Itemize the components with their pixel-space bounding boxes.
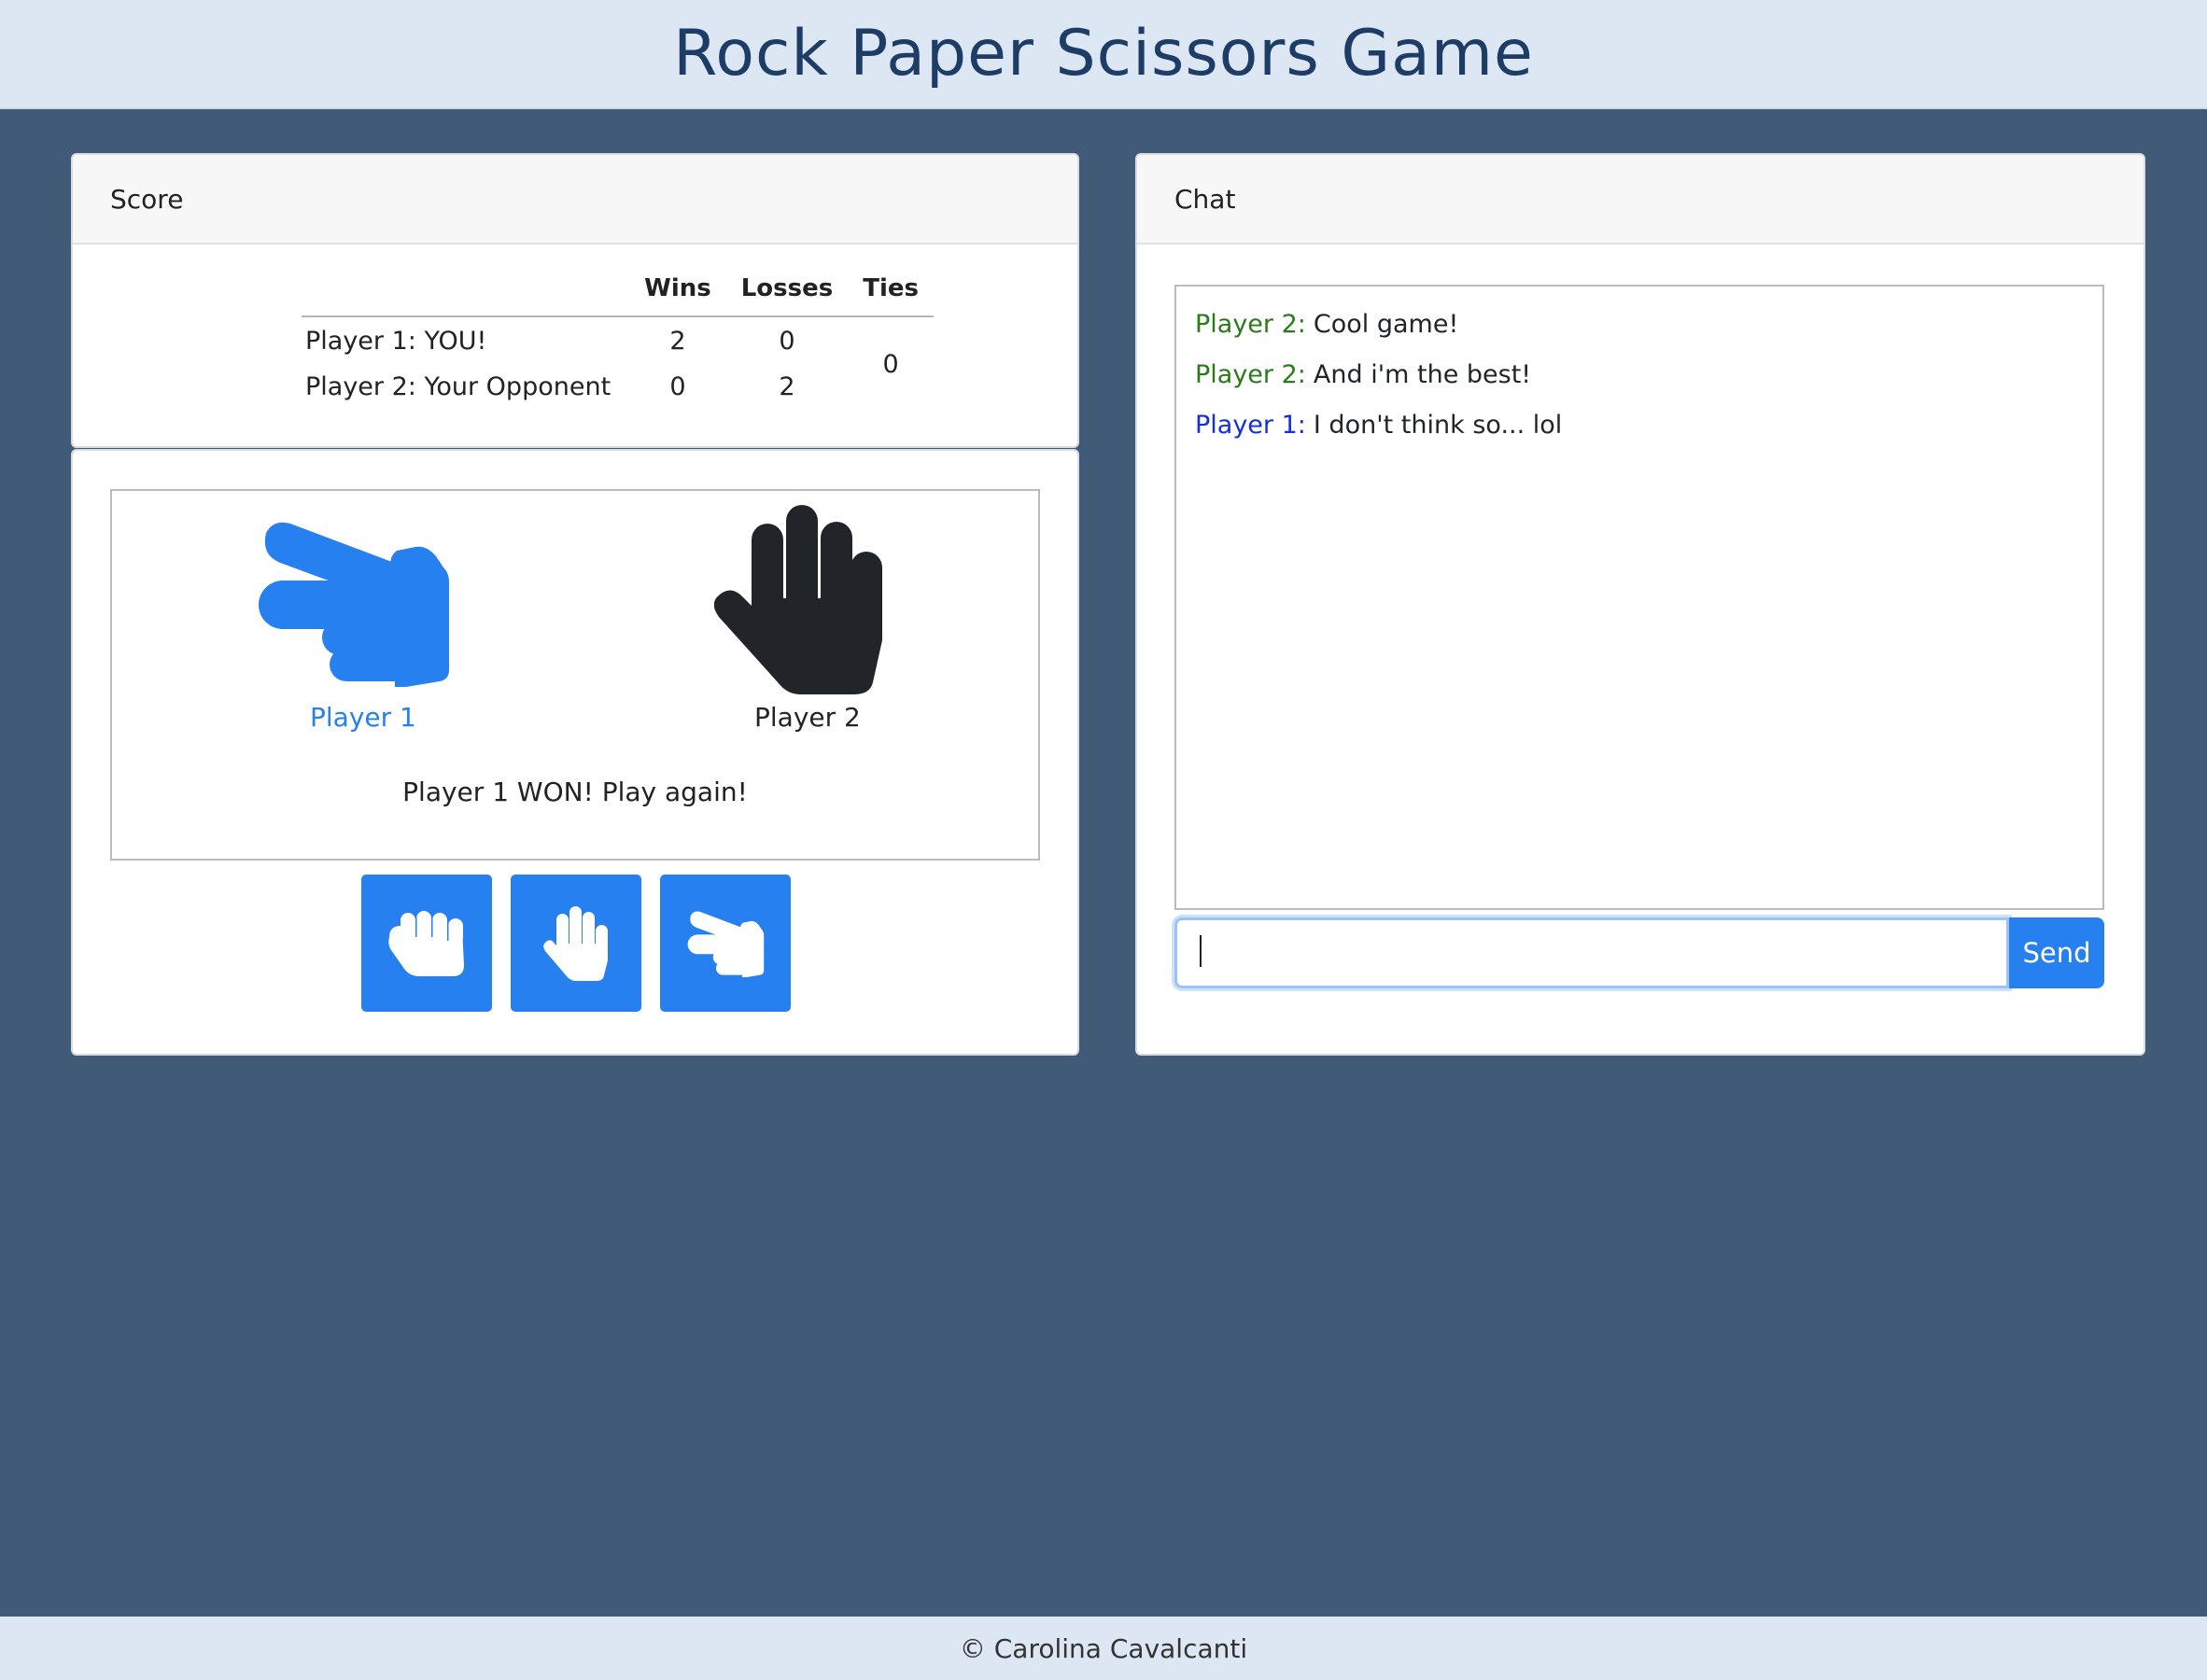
game-result: Player 1 WON! Play again! [402, 777, 748, 807]
score-header-blank [302, 274, 630, 317]
chat-card-header: Chat [1137, 155, 2144, 245]
chat-sender: Player 2: [1195, 310, 1306, 339]
chat-message: Player 2: Cool game! [1195, 311, 2084, 339]
scissors-icon [687, 911, 765, 977]
chat-input[interactable] [1174, 917, 2009, 988]
scissors-button[interactable] [660, 875, 791, 1012]
game-card: Player 1 Player 2 Player 1 WON! Play aga… [71, 449, 1079, 1056]
paper-button[interactable] [511, 875, 641, 1012]
scissors-icon [259, 522, 449, 687]
chat-message: Player 2: And i'm the best! [1195, 361, 2084, 389]
score-player2-wins: 0 [669, 372, 686, 401]
chat-sender: Player 1: [1195, 411, 1306, 440]
score-table: Wins Losses Ties Player 1: YOU! 2 0 0 Pl… [302, 274, 934, 409]
score-card-header: Score [73, 155, 1077, 245]
send-button[interactable]: Send [2009, 917, 2104, 988]
score-header-losses: Losses [725, 274, 849, 317]
chat-text: And i'm the best! [1313, 360, 1532, 389]
score-header-wins: Wins [629, 274, 726, 317]
chat-card: Chat Player 2: Cool game! Player 2: And i'… [1135, 153, 2145, 1056]
score-player2-losses: 2 [779, 372, 795, 401]
player1-label: Player 1 [310, 702, 416, 733]
text-cursor [1200, 935, 1202, 967]
page-title: Rock Paper Scissors Game [673, 17, 1534, 91]
chat-text: I don't think so... lol [1313, 411, 1563, 440]
rock-button[interactable] [361, 875, 492, 1012]
player2-label: Player 2 [754, 702, 861, 733]
score-player2-name: Player 2: Your Opponent [305, 372, 611, 401]
score-row-player1: Player 1: YOU! 2 0 0 [302, 316, 934, 379]
score-row-player2: Player 2: Your Opponent 0 2 [302, 363, 934, 409]
page-footer: © Carolina Cavalcanti [0, 1617, 2207, 1680]
paper-icon [714, 505, 882, 694]
chat-text: Cool game! [1313, 310, 1459, 339]
rock-icon [388, 910, 464, 976]
chat-log: Player 2: Cool game! Player 2: And i'm the… [1174, 285, 2104, 910]
score-player1-losses: 0 [779, 327, 795, 356]
paper-icon [543, 905, 608, 981]
score-player1-name: Player 1: YOU! [305, 327, 487, 356]
score-card: Score Wins Losses Ties Player 1: YOU! 2 … [71, 153, 1079, 448]
chat-sender: Player 2: [1195, 360, 1306, 389]
score-ties: 0 [882, 349, 899, 379]
game-arena: Player 1 Player 2 Player 1 WON! Play aga… [110, 489, 1040, 861]
score-player1-wins: 2 [669, 327, 686, 356]
page-header: Rock Paper Scissors Game [0, 0, 2207, 109]
footer-copyright: © Carolina Cavalcanti [959, 1632, 1248, 1664]
chat-message: Player 1: I don't think so... lol [1195, 412, 2084, 440]
score-header-ties: Ties [848, 274, 934, 317]
